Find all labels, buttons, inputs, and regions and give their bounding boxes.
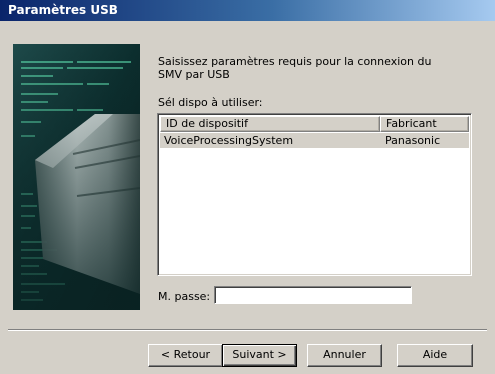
- column-header-manufacturer[interactable]: Fabricant: [380, 116, 469, 132]
- next-button[interactable]: Suivant >: [222, 344, 297, 367]
- device-list-header: ID de dispositif Fabricant: [160, 116, 469, 132]
- back-button[interactable]: < Retour: [148, 344, 223, 367]
- side-illustration-image: [13, 44, 140, 310]
- device-select-label: Sél dispo à utiliser:: [158, 96, 263, 109]
- help-button[interactable]: Aide: [397, 344, 473, 367]
- button-separator: [8, 329, 487, 331]
- device-list-row-selected[interactable]: VoiceProcessingSystem Panasonic: [160, 133, 469, 148]
- device-list[interactable]: ID de dispositif Fabricant VoiceProcessi…: [157, 113, 472, 276]
- manufacturer-cell: Panasonic: [385, 134, 441, 147]
- computer-code-illustration: [13, 44, 140, 310]
- cancel-button[interactable]: Annuler: [307, 344, 382, 367]
- device-id-cell: VoiceProcessingSystem: [164, 134, 294, 147]
- password-input[interactable]: [214, 286, 412, 304]
- password-label: M. passe:: [158, 290, 211, 303]
- window-title: Paramètres USB: [0, 0, 495, 21]
- instruction-text: Saisissez paramètres requis pour la conn…: [158, 55, 432, 81]
- column-header-device-id[interactable]: ID de dispositif: [160, 116, 380, 132]
